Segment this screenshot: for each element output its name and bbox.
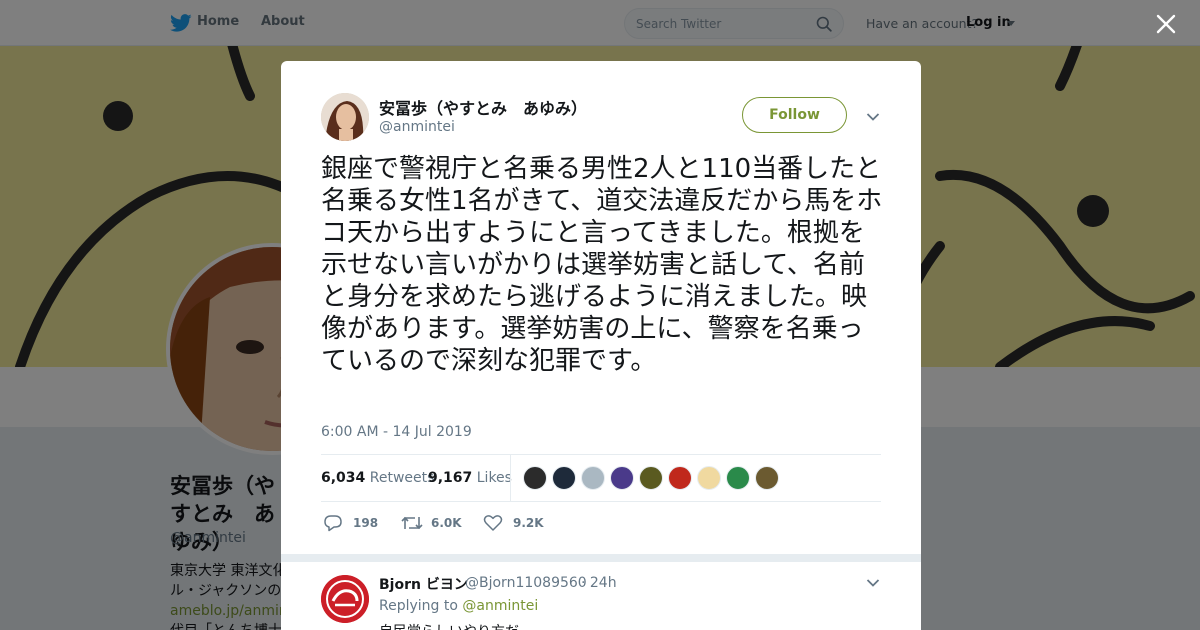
- liker-avatar-5[interactable]: [639, 466, 663, 490]
- tweet-stats: 6,034 Retweets 9,167 Likes: [321, 454, 881, 502]
- tweet-timestamp[interactable]: 6:00 AM - 14 Jul 2019: [321, 424, 472, 440]
- reply-author-handle[interactable]: @Bjorn11089560: [465, 575, 587, 591]
- retweet-count: 6,034: [321, 470, 366, 486]
- retweet-label: Retweets: [369, 470, 435, 486]
- replying-prefix: Replying to: [379, 598, 458, 614]
- reply-time[interactable]: · 24h: [581, 575, 617, 591]
- liker-avatar-8[interactable]: [726, 466, 750, 490]
- reply-author-avatar[interactable]: [321, 575, 369, 623]
- reply-separator: [281, 554, 921, 562]
- author-avatar[interactable]: [321, 93, 369, 141]
- liker-avatar-4[interactable]: [610, 466, 634, 490]
- close-icon[interactable]: [1154, 12, 1178, 36]
- tweet-text: 銀座で警視庁と名乗る男性2人と110当番したと名乗る女性1名がきて、道交法違反だ…: [321, 154, 883, 376]
- liker-avatar-9[interactable]: [755, 466, 779, 490]
- chevron-down-icon[interactable]: [866, 578, 880, 588]
- like-stat[interactable]: 9,167 Likes: [428, 470, 512, 486]
- reply-text: 自民党らしいやり方だ: [379, 621, 519, 630]
- reply-icon: [324, 515, 342, 532]
- reply-author-photo: [321, 575, 369, 623]
- chevron-down-icon[interactable]: [866, 112, 880, 122]
- author-name[interactable]: 安冨歩（やすとみ あゆみ）: [379, 95, 587, 119]
- stats-divider: [510, 455, 511, 501]
- like-action-count: 9.2K: [513, 516, 544, 530]
- author-photo: [321, 93, 369, 141]
- replying-to-handle[interactable]: @anmintei: [462, 598, 538, 614]
- like-label: Likes: [476, 470, 512, 486]
- heart-icon: [483, 515, 503, 531]
- liker-avatar-2[interactable]: [552, 466, 576, 490]
- liker-avatar-7[interactable]: [697, 466, 721, 490]
- tweet-actions: 198 6.0K 9.2K: [321, 512, 881, 534]
- like-count: 9,167: [428, 470, 473, 486]
- liker-avatar-1[interactable]: [523, 466, 547, 490]
- reply-author-name[interactable]: Bjorn ビヨン: [379, 574, 468, 594]
- replying-to: Replying to @anmintei: [379, 598, 538, 614]
- liker-avatar-6[interactable]: [668, 466, 692, 490]
- follow-button[interactable]: Follow: [742, 97, 847, 133]
- retweet-icon: [401, 516, 423, 530]
- author-handle[interactable]: @anmintei: [379, 119, 455, 135]
- liker-avatar-3[interactable]: [581, 466, 605, 490]
- reply-count: 198: [353, 516, 379, 530]
- retweet-stat[interactable]: 6,034 Retweets: [321, 470, 434, 486]
- tweet-modal: 安冨歩（やすとみ あゆみ） @anmintei Follow 銀座で警視庁と名乗…: [281, 61, 921, 630]
- retweet-action-count: 6.0K: [431, 516, 462, 530]
